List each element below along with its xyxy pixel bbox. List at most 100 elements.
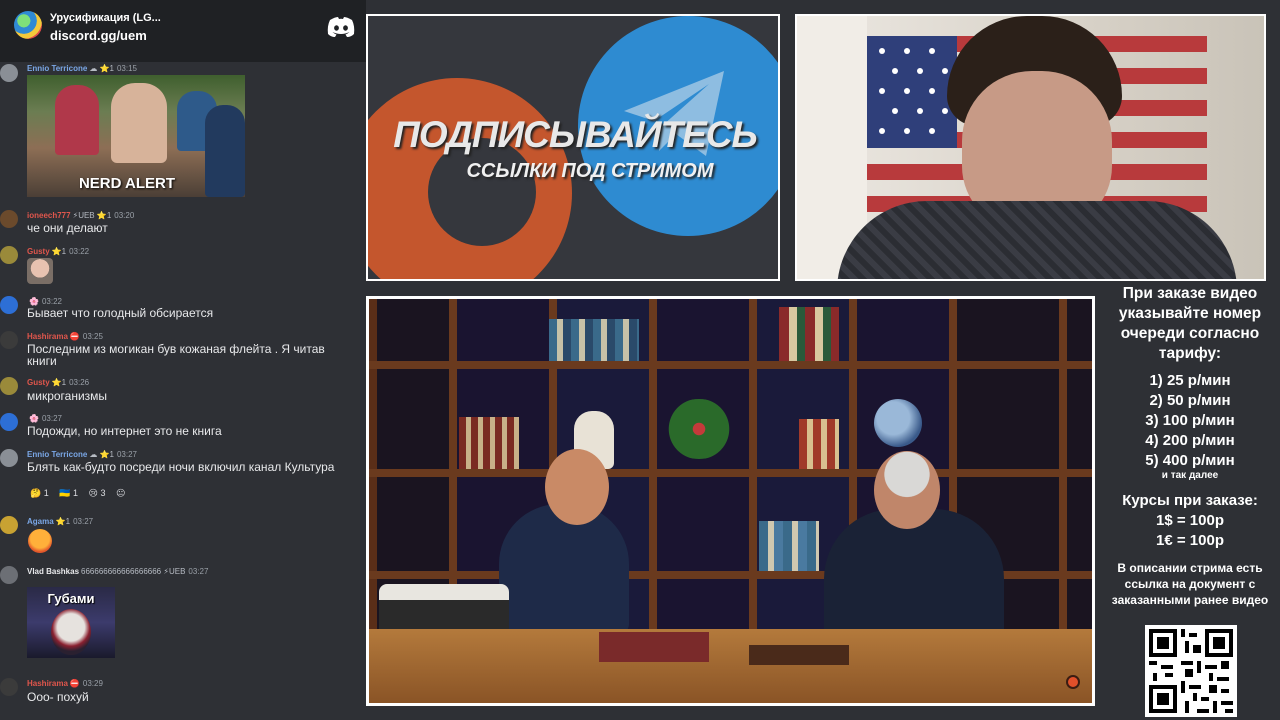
message-meta: Vlad Bashkas 666666666666666666 ⚡UEB 03:27 [27,567,208,576]
plant [659,399,739,459]
subscribe-banner: ПОДПИСЫВАЙТЕСЬ ССЫЛКИ ПОД СТРИМОМ [366,14,780,281]
books [779,307,839,361]
meme-person [111,83,167,163]
avatar [0,331,18,349]
user-badges: ⛔ [69,332,80,341]
timestamp: 03:27 [188,567,209,576]
timestamp: 03:26 [69,378,90,387]
avatar [0,516,18,534]
timestamp: 03:27 [73,517,94,526]
message-meta: 🌸 03:22 [27,297,62,306]
meme-image[interactable]: NERD ALERT [27,75,245,197]
timestamp: 03:22 [69,247,90,256]
username[interactable]: Agama [27,517,54,526]
book-on-table [749,645,849,665]
globe [874,399,922,447]
server-invite-link[interactable]: discord.gg/uem [50,28,147,43]
timestamp: 03:29 [82,679,103,688]
avatar [0,210,18,228]
avatar [0,377,18,395]
avatar [0,246,18,264]
books [459,417,519,469]
streamer-shirt [837,201,1237,279]
stream-layout: Урусификация (LG... discord.gg/uem Ennio… [0,0,1280,720]
server-name: Урусификация (LG... [50,12,161,24]
avatar [0,64,18,82]
tariff-item: 1) 25 р/мин [1149,372,1231,389]
user-badges: ⚡UEB ⭐1 [72,211,112,220]
webcam-feed [795,14,1266,281]
timestamp: 03:27 [41,414,62,423]
user-badges: 🌸 [29,297,39,306]
rates-title: Курсы при заказе: [1122,492,1258,509]
reaction-bar: 🤔 1 🇺🇦 1 😢 3 😐 [30,488,125,499]
document-note: В описании стрима есть ссылка на докумен… [1111,561,1269,607]
user-badges: 🌸 [29,414,39,423]
reaction[interactable]: 🤔 1 [30,488,49,498]
meme-caption: NERD ALERT [78,175,176,192]
rate-item: 1$ = 100р [1156,512,1224,529]
username[interactable]: Hashirama [27,332,68,341]
user-badges: ⛔ [69,679,80,688]
username[interactable]: Hashirama [27,679,68,688]
reaction[interactable]: 🇺🇦 1 [59,488,78,498]
username[interactable]: Vlad Bashkas [27,567,79,576]
username[interactable]: Gusty [27,378,50,387]
user-badges: ⭐1 [51,378,67,387]
reaction[interactable]: 😐 [116,488,125,498]
neutral-emoji-icon: 😐 [115,488,126,498]
message-text: че они делают [27,221,108,235]
tariff-item: 4) 200 р/мин [1145,432,1235,449]
user-badges: ⭐1 [55,517,71,526]
timestamp: 03:27 [116,450,137,459]
timestamp: 03:20 [114,211,135,220]
avatar [0,413,18,431]
user-badges: ⭐1 [51,247,67,256]
user-badges: ☁ ⭐1 [89,64,114,73]
user-badges: 666666666666666666 ⚡UEB [81,567,186,576]
sticker-image[interactable]: Губами [27,587,115,658]
thinking-emoji-icon: 🤔 [30,488,42,498]
username[interactable]: Ennio Terricone [27,64,87,73]
message-meta: Agama ⭐1 03:27 [27,517,93,526]
username[interactable]: ioneech777 [27,211,71,220]
server-icon [14,11,42,39]
books [549,319,639,361]
sticker-caption: Губами [47,591,95,606]
message-text: Последним из могикан був кожаная флейта … [27,342,325,368]
custom-emoji[interactable] [27,258,53,284]
banner-subtitle: ССЫЛКИ ПОД СТРИМОМ [466,160,714,182]
timestamp: 03:15 [116,64,137,73]
avatar [0,449,18,467]
rate-item: 1€ = 100р [1156,532,1224,549]
message-text: микроганизмы [27,389,108,403]
reaction-count: 3 [100,488,106,498]
server-header[interactable]: Урусификация (LG... discord.gg/uem [0,0,366,62]
avatar [0,678,18,696]
man-left-head [545,449,609,525]
angry-emoji-icon[interactable] [28,529,52,553]
timestamp: 03:25 [82,332,103,341]
qr-code-icon[interactable] [1145,625,1237,717]
message-meta: Ennio Terricone ☁ ⭐1 03:15 [27,64,137,73]
reaction[interactable]: 😢 3 [89,488,106,498]
discord-logo-icon[interactable] [326,16,356,38]
avatar [0,296,18,314]
message-meta: Gusty ⭐1 03:22 [27,247,89,256]
main-video-player[interactable] [366,296,1095,706]
book-on-table [599,632,709,662]
message-meta: Gusty ⭐1 03:26 [27,378,89,387]
reaction-count: 1 [73,488,79,498]
username[interactable]: Ennio Terricone [27,450,87,459]
tariff-etc: и так далее [1161,470,1219,481]
message-text: Подожди, но интернет это не книга [27,424,222,438]
flag-emoji-icon: 🇺🇦 [59,488,71,498]
reaction-count: 1 [43,488,49,498]
order-instructions: При заказе видео указывайте номер очеред… [1118,285,1262,362]
meme-person [55,85,99,155]
man-left [499,504,629,634]
message-text: Блять как-будто посреди ночи включил кан… [27,460,335,474]
username[interactable]: Gusty [27,247,50,256]
books [759,521,819,571]
banner-title: ПОДПИСЫВАЙТЕСЬ [393,114,757,155]
